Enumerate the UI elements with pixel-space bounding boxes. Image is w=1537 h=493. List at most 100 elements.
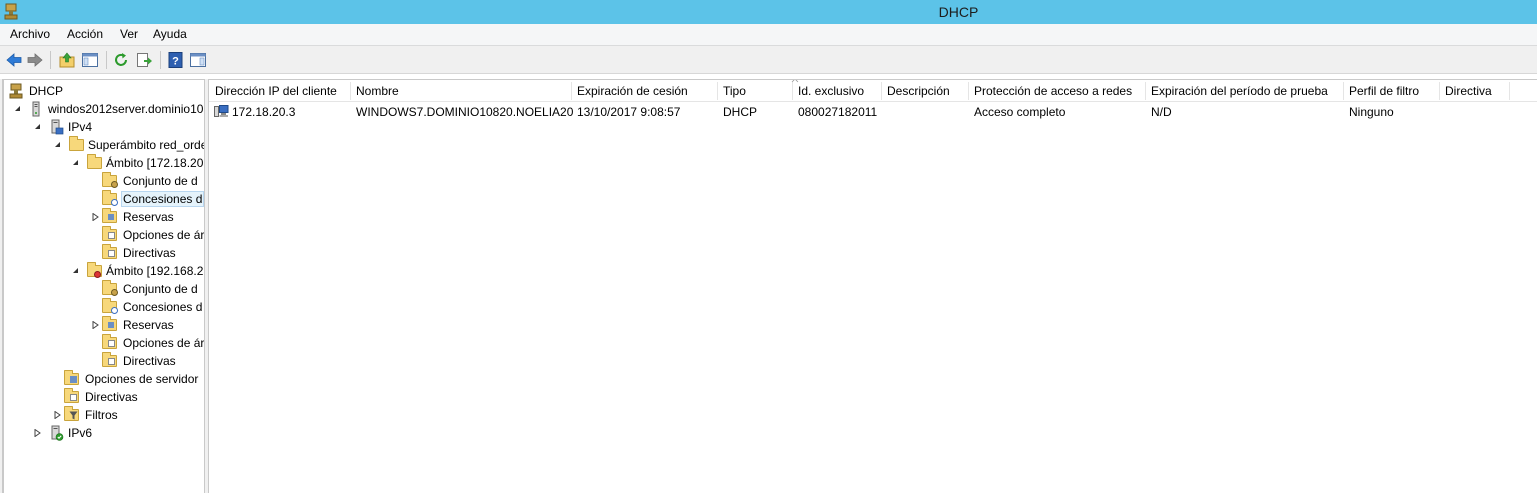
- tree-label: Directivas: [123, 354, 176, 368]
- funnel-icon: [69, 411, 78, 420]
- column-header-ip[interactable]: Dirección IP del cliente: [215, 84, 337, 98]
- menu-accion[interactable]: Acción: [67, 27, 103, 41]
- tree-label: Conjunto de d: [123, 174, 198, 188]
- tree-label: Directivas: [85, 390, 138, 404]
- tree-label: DHCP: [29, 84, 64, 98]
- menu-bar: Archivo Acción Ver Ayuda: [0, 24, 1537, 45]
- up-folder-icon[interactable]: [58, 51, 76, 69]
- column-header-type[interactable]: Tipo: [723, 84, 746, 98]
- tree-label: Reservas: [123, 210, 174, 224]
- column-header-probation-expiration[interactable]: Expiración del período de prueba: [1151, 84, 1328, 98]
- column-header-name[interactable]: Nombre: [356, 84, 399, 98]
- tree-label: Directivas: [123, 246, 176, 260]
- cell-unique-id: 080027182011: [798, 105, 878, 119]
- forward-icon[interactable]: [26, 51, 44, 69]
- refresh-icon[interactable]: [112, 51, 130, 69]
- tree-label: Concesiones d: [123, 300, 203, 314]
- menu-ver[interactable]: Ver: [120, 27, 138, 41]
- cell-ip: 172.18.20.3: [232, 105, 296, 119]
- cell-lease-expiration: 13/10/2017 9:08:57: [577, 105, 681, 119]
- tree-label: Reservas: [123, 318, 174, 332]
- title-bar: DHCP: [0, 0, 1537, 24]
- cell-filter-profile: Ninguno: [1349, 105, 1394, 119]
- cell-nap: Acceso completo: [974, 105, 1066, 119]
- tree-label: Filtros: [85, 408, 118, 422]
- column-header-lease-expiration[interactable]: Expiración de cesión: [577, 84, 688, 98]
- column-separator[interactable]: [1509, 82, 1510, 100]
- console-tree: DHCP windos2012server.dominio10 IPv4 Sup…: [3, 79, 205, 493]
- folder-icon: [87, 154, 102, 169]
- collapsed-arrow-icon[interactable]: [54, 411, 61, 419]
- tree-label: Ámbito [172.18.20: [106, 156, 204, 170]
- tree-label: IPv4: [68, 120, 93, 134]
- menu-archivo[interactable]: Archivo: [10, 27, 50, 41]
- column-separator[interactable]: [350, 82, 351, 100]
- tree-label: Opciones de ár: [123, 228, 205, 242]
- tree-label: Opciones de ár: [123, 336, 205, 350]
- show-hide-tree-icon[interactable]: [81, 51, 99, 69]
- clock-badge: [111, 199, 118, 206]
- folder-icon: [69, 136, 84, 151]
- tree-label: Opciones de servidor: [85, 372, 199, 386]
- expanded-arrow-icon[interactable]: [34, 123, 41, 130]
- column-header-description[interactable]: Descripción: [887, 84, 950, 98]
- toolbar-separator: [50, 51, 51, 69]
- show-action-pane-icon[interactable]: [189, 51, 207, 69]
- column-header-filter-profile[interactable]: Perfil de filtro: [1349, 84, 1419, 98]
- column-header-nap[interactable]: Protección de acceso a redes: [974, 84, 1132, 98]
- toolbar-separator: [160, 51, 161, 69]
- collapsed-arrow-icon[interactable]: [92, 321, 99, 329]
- column-separator[interactable]: [1145, 82, 1146, 100]
- disabled-badge: [94, 271, 101, 278]
- collapsed-arrow-icon[interactable]: [34, 429, 41, 437]
- menu-ayuda[interactable]: Ayuda: [153, 27, 187, 41]
- doc-badge: [108, 232, 115, 239]
- doc-badge: [108, 358, 115, 365]
- grid-badge: [108, 322, 114, 328]
- window-title: DHCP: [938, 4, 979, 20]
- doc-badge: [70, 394, 77, 401]
- tree-label: windos2012server.dominio10: [48, 102, 204, 116]
- column-separator[interactable]: [571, 82, 572, 100]
- sort-arrow-icon: [791, 80, 799, 83]
- column-separator[interactable]: [1439, 82, 1440, 100]
- column-header-unique-id[interactable]: Id. exclusivo: [798, 84, 864, 98]
- list-header: Dirección IP del cliente Nombre Expiraci…: [209, 80, 1537, 102]
- dhcp-icon: [9, 83, 23, 99]
- client-computer-icon: [214, 105, 229, 117]
- column-separator[interactable]: [1343, 82, 1344, 100]
- export-list-icon[interactable]: [135, 51, 153, 69]
- cell-name: WINDOWS7.DOMINIO10820.NOELIA20: [356, 105, 574, 119]
- pool-badge: [111, 181, 118, 188]
- toolbar: ?: [0, 45, 1537, 74]
- doc-badge: [108, 250, 115, 257]
- ipv4-icon: [51, 119, 64, 135]
- grid-badge: [70, 376, 77, 383]
- leases-list-view: Dirección IP del cliente Nombre Expiraci…: [208, 79, 1537, 493]
- ipv6-icon: [51, 425, 64, 441]
- clock-badge: [111, 307, 118, 314]
- table-row[interactable]: 172.18.20.3 WINDOWS7.DOMINIO10820.NOELIA…: [209, 102, 1537, 120]
- tree-label: IPv6: [68, 426, 93, 440]
- doc-badge: [108, 340, 115, 347]
- collapsed-arrow-icon[interactable]: [92, 213, 99, 221]
- column-header-policy[interactable]: Directiva: [1445, 84, 1492, 98]
- back-icon[interactable]: [5, 51, 23, 69]
- tree-label: Superámbito red_orde: [88, 138, 205, 152]
- tree-label: Conjunto de d: [123, 282, 198, 296]
- column-separator[interactable]: [968, 82, 969, 100]
- column-separator[interactable]: [881, 82, 882, 100]
- column-separator[interactable]: [792, 82, 793, 100]
- pool-badge: [111, 289, 118, 296]
- tree-label: Ámbito [192.168.2: [106, 264, 204, 278]
- svg-text:?: ?: [172, 56, 179, 68]
- help-icon[interactable]: ?: [167, 51, 185, 69]
- tree-label: Concesiones d: [120, 191, 204, 207]
- server-icon: [32, 101, 40, 117]
- expanded-arrow-icon[interactable]: [14, 105, 21, 112]
- toolbar-separator: [106, 51, 107, 69]
- expanded-arrow-icon[interactable]: [54, 141, 61, 148]
- column-separator[interactable]: [717, 82, 718, 100]
- expanded-arrow-icon[interactable]: [72, 159, 79, 166]
- expanded-arrow-icon[interactable]: [72, 267, 79, 274]
